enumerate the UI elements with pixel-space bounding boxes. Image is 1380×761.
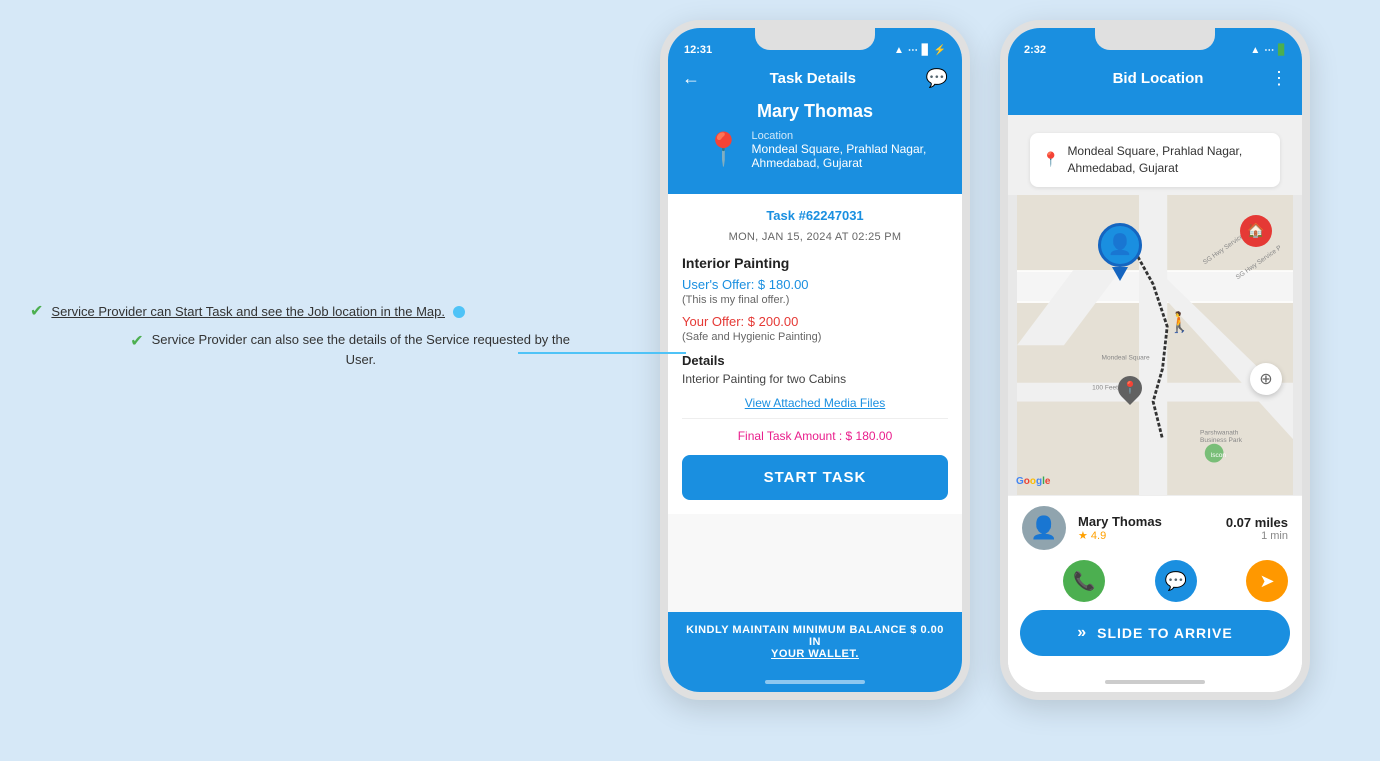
your-offer-note: (Safe and Hygienic Painting) bbox=[682, 331, 948, 343]
check-icon-2: ✔ bbox=[130, 330, 143, 354]
user-offer: User's Offer: $ 180.00 bbox=[682, 277, 948, 292]
slide-label: SLIDE TO ARRIVE bbox=[1097, 625, 1233, 641]
phones-container: 12:31 ▲ ⋯ ▊ ⚡ ← Task Details 💬 Mary Thom… bbox=[660, 20, 1310, 700]
action-buttons-row: 📞 💬 ➤ bbox=[1008, 560, 1302, 610]
user-offer-note: (This is my final offer.) bbox=[682, 294, 948, 306]
wallet-text: KINDLY MAINTAIN MINIMUM BALANCE $ 0.00 I… bbox=[686, 624, 944, 660]
user-avatar-map: 👤 bbox=[1098, 223, 1142, 267]
check-icon-1: ✔ bbox=[30, 300, 43, 324]
walking-icon: 🚶 bbox=[1167, 310, 1192, 335]
service-title: Interior Painting bbox=[682, 255, 948, 271]
svg-text:Iscon: Iscon bbox=[1210, 452, 1226, 459]
notch-2 bbox=[1095, 28, 1215, 50]
app-header-2: Bid Location ⋮ bbox=[1008, 60, 1302, 115]
provider-name: Mary Thomas bbox=[1078, 514, 1214, 529]
user-map-pin: 👤 bbox=[1098, 223, 1142, 281]
header-title-1: Task Details bbox=[700, 70, 926, 87]
search-address-2: Ahmedabad, Gujarat bbox=[1067, 160, 1242, 177]
distance-info: 0.07 miles 1 min bbox=[1226, 515, 1288, 542]
location-pin-icon: 📍 bbox=[704, 130, 744, 168]
svg-text:Parshwanath: Parshwanath bbox=[1200, 429, 1239, 436]
distance-miles: 0.07 miles bbox=[1226, 515, 1288, 530]
user-info: Mary Thomas 📍 Location Mondeal Square, P… bbox=[682, 101, 948, 180]
wallet-banner: KINDLY MAINTAIN MINIMUM BALANCE $ 0.00 I… bbox=[668, 612, 962, 672]
user-name: Mary Thomas bbox=[682, 101, 948, 122]
svg-text:Business Park: Business Park bbox=[1200, 436, 1243, 443]
message-button[interactable]: 💬 bbox=[1155, 560, 1197, 602]
menu-button[interactable]: ⋮ bbox=[1270, 68, 1288, 89]
annotation-text-2: Service Provider can also see the detail… bbox=[152, 330, 570, 369]
media-link[interactable]: View Attached Media Files bbox=[682, 396, 948, 419]
slide-arrows: » bbox=[1077, 624, 1087, 642]
address-line2: Ahmedabad, Gujarat bbox=[752, 156, 927, 170]
header-title-2: Bid Location bbox=[1046, 70, 1270, 87]
provider-panel: 👤 Mary Thomas ★ 4.9 0.07 miles 1 min bbox=[1008, 495, 1302, 560]
location-label: Location bbox=[752, 130, 927, 142]
wallet-text-underline: YOUR WALLET. bbox=[771, 648, 859, 660]
task-card: Task #62247031 MON, JAN 15, 2024 AT 02:2… bbox=[668, 194, 962, 514]
home-bar-2 bbox=[1008, 672, 1302, 692]
map-area: SG Hwy Service Rd SG Hwy Service P 100 F… bbox=[1008, 195, 1302, 495]
home-indicator-2 bbox=[1105, 680, 1205, 684]
time-2: 2:32 bbox=[1024, 44, 1046, 56]
phone-bid-location: 2:32 ▲ ⋯ ▊ Bid Location ⋮ 📍 Mondeal Squa… bbox=[1000, 20, 1310, 700]
details-text: Interior Painting for two Cabins bbox=[682, 372, 948, 386]
start-task-button[interactable]: START TASK bbox=[682, 455, 948, 500]
connector-dot bbox=[453, 306, 465, 318]
location-search-bar: 📍 Mondeal Square, Prahlad Nagar, Ahmedab… bbox=[1030, 133, 1280, 187]
phone-task-details: 12:31 ▲ ⋯ ▊ ⚡ ← Task Details 💬 Mary Thom… bbox=[660, 20, 970, 700]
pin-triangle bbox=[1112, 267, 1128, 281]
locate-icon[interactable]: ⊕ bbox=[1250, 363, 1282, 395]
svg-text:Mondeal Square: Mondeal Square bbox=[1101, 354, 1150, 361]
time-1: 12:31 bbox=[684, 44, 712, 56]
app-header-1: ← Task Details 💬 Mary Thomas 📍 Location … bbox=[668, 60, 962, 194]
details-heading: Details bbox=[682, 353, 948, 368]
google-logo: Google bbox=[1016, 476, 1050, 487]
search-address-1: Mondeal Square, Prahlad Nagar, bbox=[1067, 143, 1242, 160]
status-icons-1: ▲ ⋯ ▊ ⚡ bbox=[894, 45, 946, 56]
slide-container: » SLIDE TO ARRIVE bbox=[1008, 610, 1302, 672]
connector-line bbox=[518, 352, 686, 354]
provider-info: Mary Thomas ★ 4.9 bbox=[1078, 514, 1214, 542]
chat-icon-1[interactable]: 💬 bbox=[926, 68, 948, 89]
navigate-button[interactable]: ➤ bbox=[1246, 560, 1288, 602]
search-section: 📍 Mondeal Square, Prahlad Nagar, Ahmedab… bbox=[1008, 115, 1302, 195]
distance-time: 1 min bbox=[1226, 530, 1288, 542]
home-bar-1 bbox=[668, 672, 962, 692]
status-icons-2: ▲ ⋯ ▊ bbox=[1250, 45, 1286, 56]
call-button[interactable]: 📞 bbox=[1063, 560, 1105, 602]
back-button-1[interactable]: ← bbox=[682, 68, 700, 89]
task-number: Task #62247031 bbox=[682, 208, 948, 223]
provider-avatar: 👤 bbox=[1022, 506, 1066, 550]
final-amount: Final Task Amount : $ 180.00 bbox=[682, 429, 948, 443]
phone1-content: Task #62247031 MON, JAN 15, 2024 AT 02:2… bbox=[668, 194, 962, 612]
home-indicator-1 bbox=[765, 680, 865, 684]
bottom-info-panel: 👤 Mary Thomas ★ 4.9 0.07 miles 1 min 📞 💬… bbox=[1008, 495, 1302, 672]
provider-rating: ★ 4.9 bbox=[1078, 529, 1214, 542]
your-offer: Your Offer: $ 200.00 bbox=[682, 314, 948, 329]
search-pin-icon: 📍 bbox=[1042, 151, 1059, 168]
slide-to-arrive-button[interactable]: » SLIDE TO ARRIVE bbox=[1020, 610, 1290, 656]
dest-pin-icon: 📍 bbox=[1113, 371, 1147, 405]
address-line1: Mondeal Square, Prahlad Nagar, bbox=[752, 142, 927, 156]
task-date: MON, JAN 15, 2024 AT 02:25 PM bbox=[682, 231, 948, 243]
notch-1 bbox=[755, 28, 875, 50]
annotation-text-1: Service Provider can Start Task and see … bbox=[51, 302, 445, 322]
annotation-area: ✔ Service Provider can Start Task and se… bbox=[30, 300, 570, 379]
destination-pin: 📍 bbox=[1118, 376, 1142, 400]
house-pin: 🏠 bbox=[1240, 215, 1272, 247]
